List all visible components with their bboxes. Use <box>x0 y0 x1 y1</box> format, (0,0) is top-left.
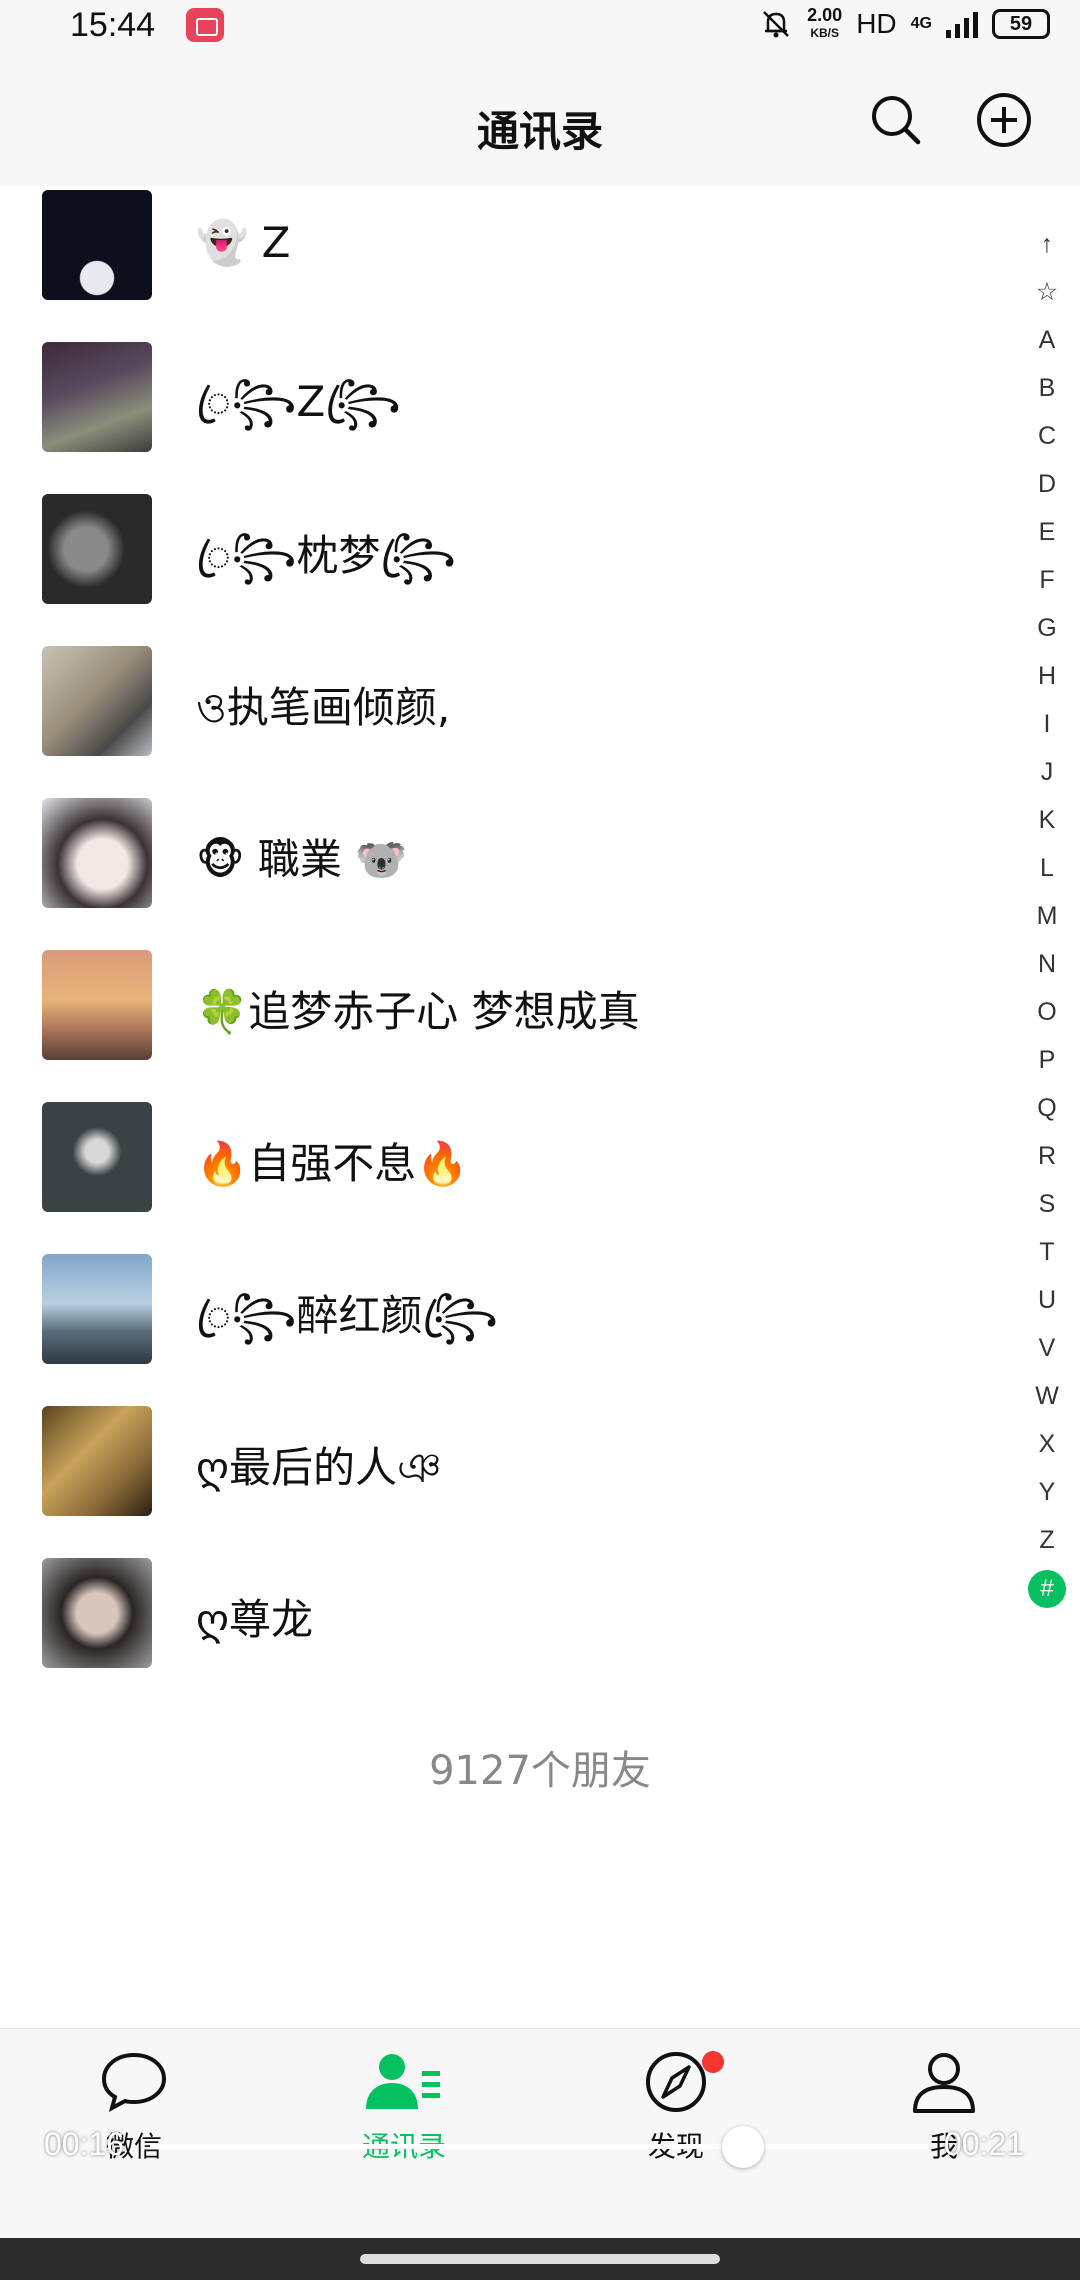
contact-row[interactable]: ꦿ꧂枕梦꧂ꦿ <box>0 490 1040 642</box>
index-letter[interactable]: L <box>1040 844 1054 892</box>
network-speed-unit: KB/S <box>810 26 840 40</box>
compass-icon <box>646 2052 706 2112</box>
index-letter[interactable]: U <box>1038 1276 1056 1324</box>
nav-bar: 通讯录 <box>0 60 1080 186</box>
index-letter[interactable]: ↑ <box>1041 220 1054 268</box>
video-progress-bar: 00:16 00:21 <box>0 2116 1080 2176</box>
contact-name: ღ最后的人ঞ <box>196 1443 442 1492</box>
avatar <box>42 190 152 300</box>
contact-row[interactable]: 🐵 職業 🐨 <box>0 794 1040 946</box>
index-letter[interactable]: N <box>1038 940 1056 988</box>
alphabet-index[interactable]: ↑ ☆ A B C D E F G H I J K L M N O P Q R S T U V W X Y Z # <box>1022 220 1072 1608</box>
system-nav-bar <box>0 2238 1080 2280</box>
index-letter[interactable]: I <box>1044 700 1051 748</box>
add-icon[interactable] <box>974 90 1034 150</box>
status-bar: 15:44 2.00 KB/S HD 4G 59 <box>0 0 1080 60</box>
signal-icon <box>946 10 978 38</box>
avatar <box>42 1558 152 1668</box>
search-icon[interactable] <box>866 90 926 150</box>
contact-row[interactable]: ღ尊龙 <box>0 1554 1040 1706</box>
network-type: 4G <box>910 15 932 32</box>
avatar <box>42 1102 152 1212</box>
contact-row[interactable]: 🍀追梦赤子心 梦想成真 <box>0 946 1040 1098</box>
index-letter[interactable]: R <box>1038 1132 1056 1180</box>
status-indicators: 2.00 KB/S HD 4G 59 <box>759 6 1050 42</box>
avatar <box>42 342 152 452</box>
index-letter[interactable]: P <box>1039 1036 1056 1084</box>
contact-name: 👻 Z <box>196 218 291 267</box>
index-letter[interactable]: D <box>1038 460 1056 508</box>
battery-icon: 59 <box>992 9 1050 39</box>
index-letter[interactable]: H <box>1038 652 1056 700</box>
index-letter[interactable]: X <box>1039 1420 1056 1468</box>
progress-knob[interactable] <box>721 2126 764 2168</box>
bell-muted-icon <box>763 11 790 38</box>
contact-name: 🐵 職業 🐨 <box>196 835 408 884</box>
avatar <box>42 1406 152 1516</box>
network-speed-value: 2.00 <box>807 5 843 25</box>
contact-row[interactable]: ꦿ꧂Z꧂ꦿ <box>0 338 1040 490</box>
avatar <box>42 1254 152 1364</box>
contact-name: ꦿ꧂枕梦꧂ꦿ <box>196 531 457 580</box>
index-letter[interactable]: E <box>1039 508 1056 556</box>
index-letter-hash[interactable]: # <box>1028 1570 1066 1608</box>
status-time: 15:44 <box>70 6 156 44</box>
contact-row[interactable]: 🔥自强不息🔥 <box>0 1098 1040 1250</box>
index-letter[interactable]: W <box>1035 1372 1059 1420</box>
contact-list: 👻 Z ꦿ꧂Z꧂ꦿ ꦿ꧂枕梦꧂ꦿ ও执笔画倾颜, 🐵 職業 🐨 🍀追梦赤子心 梦… <box>0 186 1040 1706</box>
contact-name: ও执笔画倾颜, <box>196 683 451 732</box>
video-elapsed-time: 00:16 <box>44 2126 125 2162</box>
index-letter[interactable]: F <box>1039 556 1054 604</box>
contacts-icon <box>366 2054 440 2109</box>
contact-name: 🍀追梦赤子心 梦想成真 <box>196 987 640 1036</box>
friend-count: 9127个朋友 <box>429 1748 651 1794</box>
contact-name: ꦿ꧂Z꧂ꦿ <box>196 377 401 426</box>
screen-record-icon <box>186 8 224 42</box>
contact-name: 🔥自强不息🔥 <box>196 1139 469 1188</box>
progress-track[interactable] <box>150 2126 930 2168</box>
person-icon <box>913 2053 975 2113</box>
index-letter[interactable]: G <box>1037 604 1056 652</box>
index-letter[interactable]: C <box>1038 412 1056 460</box>
index-letter[interactable]: T <box>1039 1228 1054 1276</box>
index-letter[interactable]: O <box>1037 988 1056 1036</box>
video-duration: 00:21 <box>944 2126 1025 2162</box>
avatar <box>42 646 152 756</box>
index-letter[interactable]: J <box>1041 748 1054 796</box>
chat-bubble-icon <box>101 2052 167 2112</box>
index-letter[interactable]: ☆ <box>1036 268 1058 316</box>
hd-label: HD <box>856 8 897 39</box>
contact-row[interactable]: 👻 Z <box>0 186 1040 338</box>
avatar <box>42 494 152 604</box>
notification-badge <box>702 2051 724 2073</box>
index-letter[interactable]: K <box>1039 796 1056 844</box>
index-letter[interactable]: A <box>1039 316 1056 364</box>
index-letter[interactable]: V <box>1039 1324 1056 1372</box>
index-letter[interactable]: Y <box>1039 1468 1056 1516</box>
contact-name: ꦿ꧂醉红颜꧂ꦿ <box>196 1291 499 1340</box>
contact-name: ღ尊龙 <box>196 1595 314 1644</box>
contact-row[interactable]: ღ最后的人ঞ <box>0 1402 1040 1554</box>
network-speed: 2.00 KB/S <box>807 6 842 42</box>
index-letter[interactable]: Z <box>1039 1516 1054 1564</box>
index-letter[interactable]: S <box>1039 1180 1056 1228</box>
avatar <box>42 950 152 1060</box>
index-letter[interactable]: Q <box>1037 1084 1056 1132</box>
avatar <box>42 798 152 908</box>
contact-row[interactable]: ও执笔画倾颜, <box>0 642 1040 794</box>
index-letter[interactable]: B <box>1039 364 1056 412</box>
home-gesture-bar[interactable] <box>360 2254 720 2264</box>
index-letter[interactable]: M <box>1037 892 1058 940</box>
contact-row[interactable]: ꦿ꧂醉红颜꧂ꦿ <box>0 1250 1040 1402</box>
progress-fill <box>150 2144 743 2149</box>
